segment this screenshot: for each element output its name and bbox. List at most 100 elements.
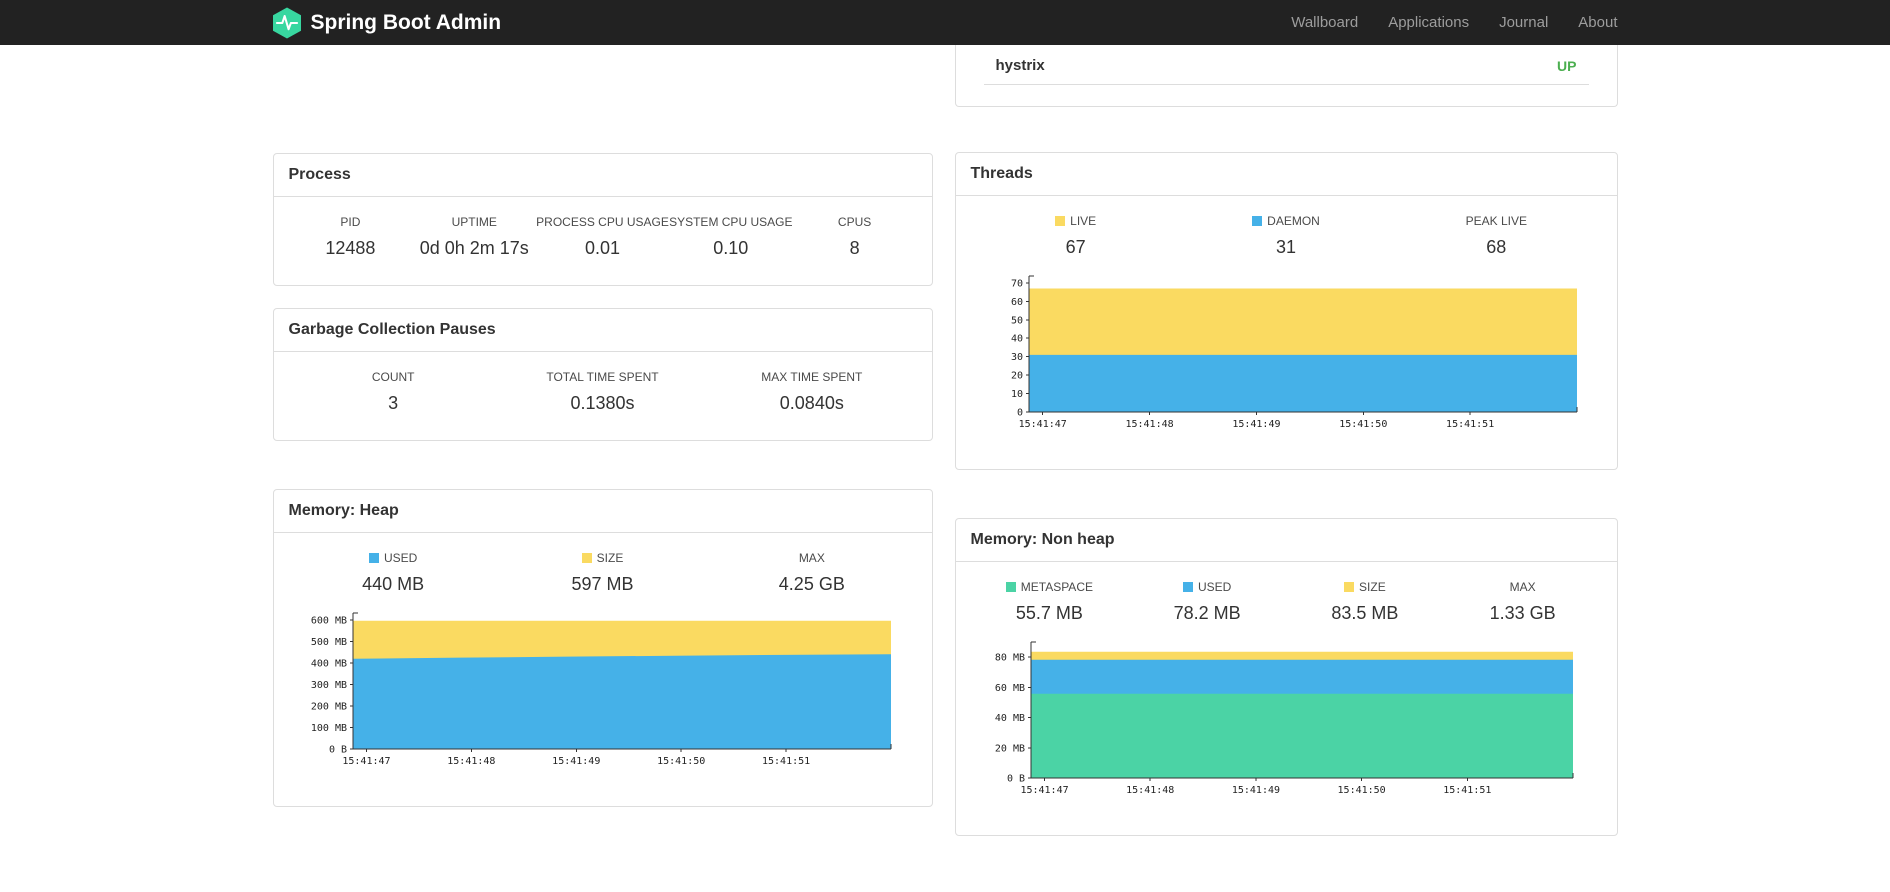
stat-gc-max-time-value: 0.0840s: [779, 393, 844, 413]
health-panel: hystrix UP: [954, 45, 1618, 107]
stat-heap-used: USED 440 MB: [289, 551, 498, 595]
memory-heap-panel: Memory: Heap USED 440 MB SIZE 597 MB MAX…: [272, 489, 933, 807]
stat-threads-daemon-value: 31: [1275, 237, 1296, 257]
gc-panel-body: COUNT 3 TOTAL TIME SPENT 0.1380s MAX TIM…: [274, 352, 932, 440]
svg-text:20: 20: [1010, 371, 1022, 382]
nav-item-applications[interactable]: Applications: [1373, 14, 1484, 31]
navbar-inner: Spring Boot Admin Wallboard Applications…: [258, 0, 1633, 45]
health-status-badge: UP: [1557, 57, 1577, 74]
stat-gc-total-time-value: 0.1380s: [570, 393, 635, 413]
gc-stats: COUNT 3 TOTAL TIME SPENT 0.1380s MAX TIM…: [289, 370, 917, 414]
stat-system-cpu: SYSTEM CPU USAGE 0.10: [669, 215, 793, 259]
svg-text:60: 60: [1010, 297, 1022, 308]
nav-item-about[interactable]: About: [1563, 14, 1617, 31]
stat-gc-max-time-label: MAX TIME SPENT: [761, 370, 863, 384]
svg-text:600 MB: 600 MB: [310, 616, 346, 627]
live-legend-swatch: [1055, 216, 1066, 226]
stat-pid-label: PID: [340, 215, 361, 229]
svg-text:15:41:49: 15:41:49: [552, 756, 600, 767]
memory-heap-panel-title: Memory: Heap: [273, 490, 932, 533]
svg-text:15:41:50: 15:41:50: [657, 756, 705, 767]
svg-text:0: 0: [1016, 408, 1022, 419]
stat-cpus: CPUS 8: [793, 215, 917, 259]
nonheap-memory-chart: 0 B 20 MB 40 MB 60 MB 80 MB 15:41:47 15:41:48 1…: [994, 641, 1573, 796]
process-panel-body: PID 12488 UPTIME 0d 0h 2m 17s PROCESS CP…: [274, 197, 932, 285]
nonheap-chart-wrap: 0 B 20 MB 40 MB 60 MB 80 MB 15:41:47 15:41:48 1…: [971, 638, 1602, 809]
navbar-menu: Wallboard Applications Journal About: [1276, 14, 1617, 31]
svg-text:100 MB: 100 MB: [310, 723, 346, 734]
svg-text:15:41:47: 15:41:47: [342, 756, 390, 767]
nonheap-used-label-text: USED: [1197, 580, 1232, 594]
svg-text:40 MB: 40 MB: [994, 713, 1024, 724]
stat-heap-used-label: USED: [289, 551, 498, 565]
top-navbar: Spring Boot Admin Wallboard Applications…: [0, 0, 1890, 45]
stat-nonheap-used: USED 78.2 MB: [1128, 580, 1286, 624]
stat-cpus-value: 8: [849, 238, 860, 258]
threads-chart: 0 10 20 30 40 50 60 70 15:41:47 15:41:48 15:41:49 1…: [1010, 275, 1577, 430]
stat-nonheap-size: SIZE 83.5 MB: [1286, 580, 1444, 624]
brand-title: Spring Boot Admin: [310, 10, 502, 34]
svg-text:15:41:51: 15:41:51: [1446, 419, 1494, 430]
stat-nonheap-size-label: SIZE: [1286, 580, 1444, 594]
left-column: Process PID 12488 UPTIME 0d 0h 2m 17s PR…: [272, 45, 933, 807]
stat-gc-total-time-label: TOTAL TIME SPENT: [546, 370, 659, 384]
svg-text:400 MB: 400 MB: [310, 659, 346, 670]
stat-threads-peak-value: 68: [1486, 237, 1507, 257]
heap-memory-chart: 0 B 100 MB 200 MB 300 MB 400 MB 500 MB 600 MB 1…: [310, 612, 891, 767]
stat-pid: PID 12488: [289, 215, 413, 259]
stat-process-cpu-label: PROCESS CPU USAGE: [536, 215, 669, 229]
stat-threads-live-label: LIVE: [971, 214, 1181, 228]
heap-used-label-text: USED: [383, 551, 418, 565]
stat-gc-count-value: 3: [388, 393, 399, 413]
health-panel-spacer: [956, 85, 1617, 106]
stat-process-cpu: PROCESS CPU USAGE 0.01: [536, 215, 669, 259]
brand[interactable]: Spring Boot Admin: [272, 6, 502, 39]
threads-legend: LIVE 67 DAEMON 31 PEAK LIVE 68: [971, 214, 1602, 258]
svg-text:15:41:51: 15:41:51: [1443, 785, 1491, 796]
svg-text:15:41:47: 15:41:47: [1020, 785, 1068, 796]
stat-nonheap-metaspace: METASPACE 55.7 MB: [971, 580, 1129, 624]
page-content: Process PID 12488 UPTIME 0d 0h 2m 17s PR…: [272, 45, 1618, 836]
svg-text:20 MB: 20 MB: [994, 743, 1024, 754]
memory-nonheap-panel-title: Memory: Non heap: [955, 519, 1617, 562]
svg-text:15:41:47: 15:41:47: [1018, 419, 1066, 430]
svg-text:50: 50: [1010, 315, 1022, 326]
stat-gc-count-label: COUNT: [371, 370, 415, 384]
nonheap-used-legend-swatch: [1182, 582, 1193, 592]
svg-text:15:41:48: 15:41:48: [1125, 419, 1173, 430]
svg-text:15:41:49: 15:41:49: [1232, 419, 1280, 430]
stat-system-cpu-label: SYSTEM CPU USAGE: [669, 215, 793, 229]
brand-logo-icon: [272, 6, 301, 39]
svg-text:500 MB: 500 MB: [310, 637, 346, 648]
stat-threads-live-value: 67: [1065, 237, 1086, 257]
stat-nonheap-max-label: MAX: [1509, 580, 1536, 594]
stat-process-cpu-value: 0.01: [584, 238, 621, 258]
memory-heap-panel-body: USED 440 MB SIZE 597 MB MAX 4.25 GB 0 B1…: [274, 533, 932, 806]
nav-item-wallboard[interactable]: Wallboard: [1276, 14, 1373, 31]
svg-text:300 MB: 300 MB: [310, 680, 346, 691]
svg-text:0 B: 0 B: [328, 745, 346, 756]
stat-system-cpu-value: 0.10: [713, 238, 749, 258]
svg-text:80 MB: 80 MB: [994, 653, 1024, 664]
stat-heap-used-value: 440 MB: [362, 574, 425, 594]
stat-heap-max-label: MAX: [798, 551, 825, 565]
stat-nonheap-metaspace-label: METASPACE: [971, 580, 1129, 594]
stat-threads-peak-label: PEAK LIVE: [1465, 214, 1527, 228]
threads-panel: Threads LIVE 67 DAEMON 31 PEAK LIVE 68 0…: [954, 152, 1618, 470]
stat-heap-max: MAX 4.25 GB: [707, 551, 916, 595]
nav-item-journal[interactable]: Journal: [1484, 14, 1563, 31]
stat-gc-count: COUNT 3: [289, 370, 498, 414]
health-row-hystrix: hystrix UP: [984, 45, 1589, 84]
svg-text:15:41:48: 15:41:48: [447, 756, 495, 767]
threads-panel-body: LIVE 67 DAEMON 31 PEAK LIVE 68 0 10 20 30 40…: [956, 196, 1617, 469]
stat-heap-max-value: 4.25 GB: [778, 574, 845, 594]
gc-panel: Garbage Collection Pauses COUNT 3 TOTAL …: [272, 308, 933, 441]
svg-text:15:41:51: 15:41:51: [762, 756, 810, 767]
stat-nonheap-used-label: USED: [1128, 580, 1286, 594]
stat-threads-daemon-label: DAEMON: [1181, 214, 1391, 228]
svg-text:60 MB: 60 MB: [994, 683, 1024, 694]
stat-uptime: UPTIME 0d 0h 2m 17s: [412, 215, 536, 259]
health-service-name: hystrix: [995, 57, 1045, 74]
nonheap-size-legend-swatch: [1344, 582, 1355, 592]
stat-cpus-label: CPUS: [837, 215, 872, 229]
